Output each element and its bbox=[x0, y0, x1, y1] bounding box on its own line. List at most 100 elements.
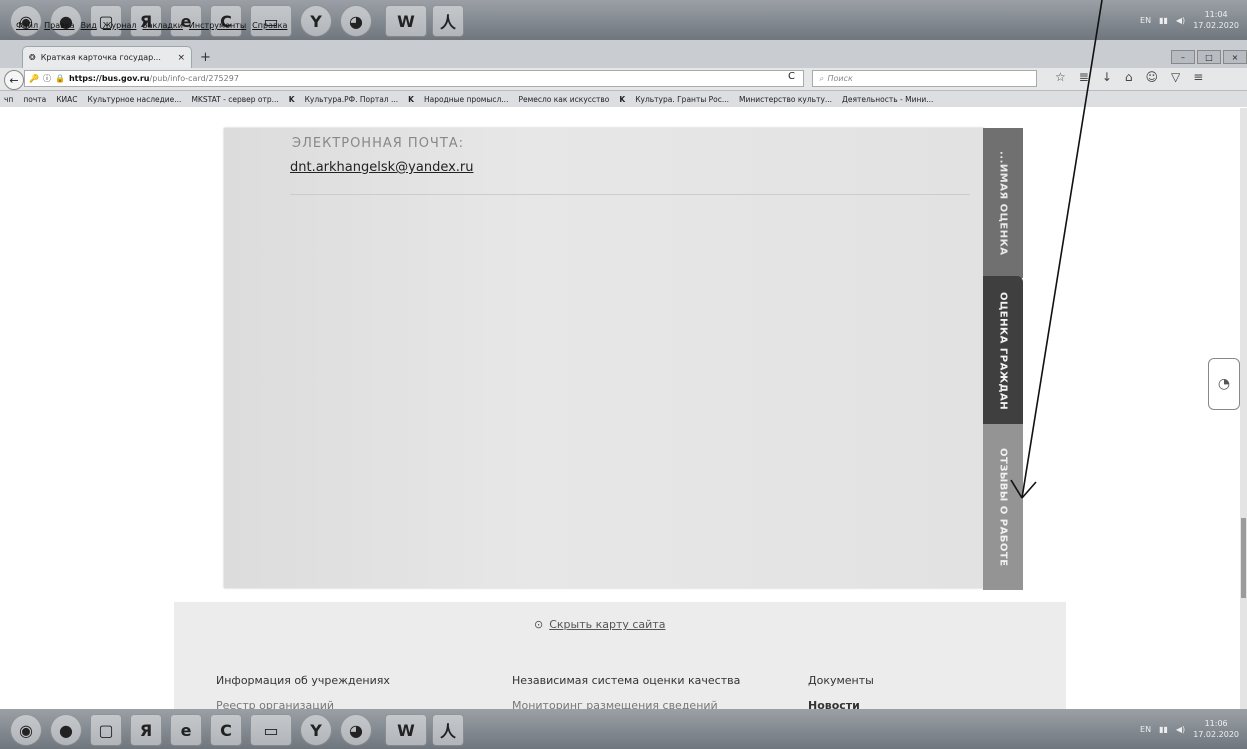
menu-history[interactable]: Журнал bbox=[103, 21, 137, 35]
chrome-like-icon[interactable]: ● bbox=[50, 714, 82, 746]
download-icon[interactable]: ↓ bbox=[1102, 70, 1112, 84]
network-icon[interactable]: ▮▮ bbox=[1159, 16, 1168, 25]
bookmark-item[interactable]: КИАС bbox=[56, 95, 77, 104]
search-input[interactable]: ⌕ Поиск bbox=[812, 70, 1037, 87]
bookmark-item[interactable]: почта bbox=[23, 95, 46, 104]
hide-sitemap-link[interactable]: ⊙ Скрыть карту сайта bbox=[534, 618, 665, 631]
clock-date: 17.02.2020 bbox=[1193, 21, 1239, 30]
column-heading[interactable]: Документы bbox=[808, 674, 874, 687]
yandex-icon[interactable]: Y bbox=[300, 714, 332, 746]
bookmark-item[interactable]: Культура.РФ. Портал ... bbox=[305, 95, 399, 104]
search-placeholder: Поиск bbox=[827, 74, 853, 83]
firefox-icon[interactable]: ◕ bbox=[340, 5, 372, 37]
tab-label: ...ИМАЯ ОЦЕНКА bbox=[997, 150, 1009, 256]
close-tab-icon[interactable]: × bbox=[177, 53, 185, 63]
menu-help[interactable]: Справка bbox=[252, 21, 287, 35]
ie-icon[interactable]: e bbox=[170, 714, 202, 746]
k-icon: K bbox=[408, 94, 414, 104]
bookmark-item[interactable]: чп bbox=[4, 95, 13, 104]
firefox-icon[interactable]: ◕ bbox=[340, 714, 372, 746]
close-window-button[interactable]: × bbox=[1223, 50, 1247, 64]
page-content: ЭЛЕКТРОННАЯ ПОЧТА: dnt.arkhangelsk@yande… bbox=[0, 108, 1247, 712]
volume-icon[interactable]: ◀) bbox=[1176, 16, 1185, 25]
reading-list-icon[interactable]: ≣ bbox=[1079, 70, 1089, 84]
network-icon[interactable]: ▮▮ bbox=[1159, 725, 1168, 734]
scrollbar-thumb[interactable] bbox=[1241, 518, 1246, 598]
chat-icon[interactable]: ☺ bbox=[1146, 70, 1159, 84]
clock-time: 11:06 bbox=[1204, 719, 1228, 728]
bookmark-item[interactable]: Культурное наследие... bbox=[88, 95, 182, 104]
start-orb-icon[interactable]: ◉ bbox=[10, 714, 42, 746]
bookmark-item[interactable]: Ремесло как искусство bbox=[518, 95, 609, 104]
scrollbar[interactable] bbox=[1240, 108, 1247, 709]
reload-icon[interactable]: C bbox=[788, 71, 795, 82]
lock-icon: 🔒 bbox=[54, 74, 65, 83]
tab-info-card[interactable]: ❂ Краткая карточка государ... × bbox=[22, 46, 192, 68]
info-icon[interactable]: ⓘ bbox=[43, 73, 51, 84]
tab-independent-rating[interactable]: ...ИМАЯ ОЦЕНКА bbox=[983, 128, 1023, 278]
clock[interactable]: 11:04 17.02.2020 bbox=[1193, 9, 1239, 31]
menu-hamburger-icon[interactable]: ≡ bbox=[1193, 70, 1203, 84]
column-heading[interactable]: Информация об учреждениях bbox=[216, 674, 390, 687]
sitemap-column: Документы Новости bbox=[808, 674, 874, 712]
address-bar[interactable]: 🔑 ⓘ 🔒 https://bus.gov.ru /pub/info-card/… bbox=[24, 70, 804, 87]
key-icon: 🔑 bbox=[29, 74, 39, 83]
clock-time: 11:04 bbox=[1204, 10, 1228, 19]
email-label: ЭЛЕКТРОННАЯ ПОЧТА: bbox=[292, 136, 465, 151]
bookmark-item[interactable]: Культура. Гранты Рос... bbox=[635, 95, 729, 104]
media-icon[interactable]: ▢ bbox=[90, 714, 122, 746]
menu-view[interactable]: Вид bbox=[81, 21, 97, 35]
sitemap-column: Независимая система оценки качества Мони… bbox=[512, 674, 740, 712]
tab-title: Краткая карточка государ... bbox=[40, 53, 161, 62]
feedback-widget[interactable]: ◔ bbox=[1208, 358, 1240, 410]
menu-edit[interactable]: Правка bbox=[44, 21, 74, 35]
volume-icon[interactable]: ◀) bbox=[1176, 725, 1185, 734]
pocket-icon[interactable]: ▽ bbox=[1171, 70, 1180, 84]
bookmark-item[interactable]: MKSTAT - сервер отр... bbox=[191, 95, 278, 104]
menu-bar: Файл Правка Вид Журнал Закладки Инструме… bbox=[16, 21, 287, 35]
acrobat-icon[interactable]: 人 bbox=[432, 714, 464, 746]
minimize-button[interactable]: – bbox=[1171, 50, 1195, 64]
system-tray: EN ▮▮ ◀) 11:04 17.02.2020 bbox=[1140, 2, 1239, 38]
maximize-button[interactable]: □ bbox=[1197, 50, 1221, 64]
clock[interactable]: 11:06 17.02.2020 bbox=[1193, 718, 1239, 740]
menu-file[interactable]: Файл bbox=[16, 21, 38, 35]
chevron-up-icon: ⊙ bbox=[534, 618, 544, 631]
folder-icon[interactable]: ▭ bbox=[250, 714, 292, 746]
url-path: /pub/info-card/275297 bbox=[149, 74, 239, 83]
word-icon[interactable]: W bbox=[385, 714, 427, 746]
hide-sitemap-label: Скрыть карту сайта bbox=[549, 618, 666, 631]
bookmark-item[interactable]: Министерство культу... bbox=[739, 95, 832, 104]
bookmark-star-icon[interactable]: ☆ bbox=[1055, 70, 1066, 84]
k-icon: K bbox=[619, 94, 626, 104]
back-button[interactable]: ← bbox=[4, 70, 24, 90]
acrobat-icon[interactable]: 人 bbox=[432, 5, 464, 37]
feedback-icon: ◔ bbox=[1217, 376, 1231, 392]
divider bbox=[290, 194, 970, 195]
bookmark-item[interactable]: Народные промысл... bbox=[424, 95, 509, 104]
bookmark-item[interactable]: Деятельность - Мини... bbox=[842, 95, 933, 104]
toolbar-icons: ☆ ≣ ↓ ⌂ ☺ ▽ ≡ bbox=[1055, 70, 1203, 84]
system-tray: EN ▮▮ ◀) 11:06 17.02.2020 bbox=[1140, 711, 1239, 747]
new-tab-button[interactable]: + bbox=[200, 50, 211, 65]
yandex-browser-icon[interactable]: Я bbox=[130, 714, 162, 746]
search-icon: ⌕ bbox=[819, 73, 824, 83]
email-link[interactable]: dnt.arkhangelsk@yandex.ru bbox=[290, 160, 474, 175]
column-heading[interactable]: Независимая система оценки качества bbox=[512, 674, 740, 687]
word-icon[interactable]: W bbox=[385, 5, 427, 37]
lang-indicator[interactable]: EN bbox=[1140, 725, 1151, 734]
lang-indicator[interactable]: EN bbox=[1140, 16, 1151, 25]
yandex-icon[interactable]: Y bbox=[300, 5, 332, 37]
menu-bookmarks[interactable]: Закладки bbox=[142, 21, 182, 35]
info-card: ЭЛЕКТРОННАЯ ПОЧТА: dnt.arkhangelsk@yande… bbox=[224, 128, 984, 588]
ya-label: Я bbox=[139, 720, 153, 740]
menu-tools[interactable]: Инструменты bbox=[189, 21, 246, 35]
bottom-taskbar: ◉ ● ▢ Я e C ▭ Y ◕ W 人 EN ▮▮ ◀) 11:06 17.… bbox=[0, 709, 1247, 749]
url-host: https://bus.gov.ru bbox=[68, 74, 150, 83]
tab-citizen-rating[interactable]: ОЦЕНКА ГРАЖДАН bbox=[983, 276, 1023, 426]
bookmarks-bar: чп почта КИАС Культурное наследие... MKS… bbox=[0, 91, 1247, 107]
ccleaner-icon[interactable]: C bbox=[210, 714, 242, 746]
tab-work-reviews[interactable]: ОТЗЫВЫ О РАБОТЕ bbox=[983, 424, 1023, 590]
sitemap-column: Информация об учреждениях Реестр организ… bbox=[216, 674, 390, 712]
home-icon[interactable]: ⌂ bbox=[1125, 70, 1133, 84]
